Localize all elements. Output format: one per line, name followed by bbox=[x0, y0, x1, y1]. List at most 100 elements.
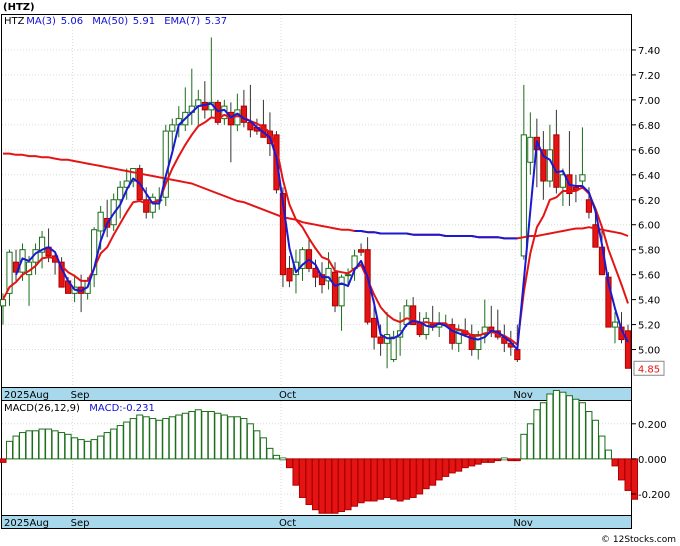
candle-down bbox=[286, 267, 293, 282]
macd-bar-negative bbox=[0, 458, 7, 463]
macd-date-band bbox=[1, 515, 632, 529]
price-ytick-label: 6.80 bbox=[638, 121, 660, 132]
macd-bar-positive bbox=[188, 411, 196, 460]
candle-down bbox=[143, 199, 150, 213]
price-ytick-label: 6.60 bbox=[638, 146, 660, 157]
price-ytick-label: 7.20 bbox=[638, 71, 660, 82]
macd-legend: MACD(26,12,9) MACD:-0.231 bbox=[4, 403, 155, 414]
macd-bar-positive bbox=[585, 411, 593, 460]
candle-up bbox=[403, 305, 410, 326]
macd-bar-negative bbox=[377, 458, 385, 500]
macd-panel: 0.200 0.000 -0.200 MACD(26,12,9) MACD:-0.23… bbox=[0, 389, 670, 516]
macd-bar-positive bbox=[565, 395, 573, 460]
macd-legend-label: MACD:-0.231 bbox=[89, 403, 155, 414]
macd-bar-positive bbox=[520, 433, 528, 460]
date-label: Oct bbox=[279, 518, 296, 529]
macd-bar-negative bbox=[370, 458, 378, 502]
candle-down bbox=[585, 199, 593, 213]
macd-bar-negative bbox=[416, 458, 424, 495]
macd-bar-negative bbox=[298, 458, 306, 498]
macd-bar-positive bbox=[25, 430, 33, 460]
candle-up bbox=[611, 321, 619, 328]
macd-bar-positive bbox=[194, 409, 202, 460]
macd-bar-positive bbox=[71, 437, 79, 460]
price-ytick-label: 5.20 bbox=[638, 321, 660, 332]
macd-bar-positive bbox=[64, 433, 72, 460]
macd-bar-negative bbox=[429, 458, 437, 486]
macd-date-axis: 2025Aug Sep Oct Nov bbox=[1, 515, 632, 529]
macd-bar-negative bbox=[448, 458, 456, 474]
macd-bar-positive bbox=[155, 419, 163, 460]
price-ytick-label: 5.80 bbox=[638, 246, 660, 257]
macd-bar-positive bbox=[123, 421, 131, 460]
price-ytick-label: 6.00 bbox=[638, 221, 660, 232]
macd-bar-negative bbox=[364, 458, 372, 502]
candle-down bbox=[370, 317, 378, 338]
legend-label: EMA(7) bbox=[164, 16, 200, 27]
macd-bar-negative bbox=[468, 458, 476, 467]
macd-bar bbox=[500, 457, 508, 461]
macd-bar-positive bbox=[214, 412, 222, 460]
macd-bar-negative bbox=[285, 458, 293, 469]
macd-legend-label: MACD(26,12,9) bbox=[4, 403, 80, 414]
macd-bar-positive bbox=[142, 416, 150, 460]
macd-bar-negative bbox=[331, 458, 339, 514]
macd-bar-positive bbox=[604, 449, 612, 460]
macd-bar-negative bbox=[513, 458, 521, 462]
chart-title: (HTZ) bbox=[3, 2, 35, 13]
macd-bar-negative bbox=[481, 458, 489, 463]
macd-bar-positive bbox=[77, 439, 85, 460]
macd-bar-positive bbox=[12, 435, 20, 460]
candle-up bbox=[475, 334, 482, 351]
macd-bar-positive bbox=[58, 432, 66, 460]
date-label: 2025Aug bbox=[4, 390, 49, 401]
macd-bar-negative bbox=[351, 458, 359, 507]
macd-bar-positive bbox=[168, 416, 176, 460]
macd-bar-negative bbox=[396, 458, 404, 502]
macd-bar-positive bbox=[578, 402, 586, 460]
candle-up bbox=[117, 186, 124, 201]
macd-bar-positive bbox=[266, 447, 274, 460]
date-label: Nov bbox=[513, 518, 533, 529]
last-price-label: 4.85 bbox=[638, 364, 660, 375]
macd-bar-negative bbox=[318, 458, 326, 514]
macd-bar-negative bbox=[617, 458, 625, 481]
candle-down bbox=[331, 271, 339, 307]
macd-bar-positive bbox=[19, 432, 27, 460]
macd-bar-negative bbox=[474, 458, 482, 465]
macd-bar-positive bbox=[51, 430, 59, 460]
price-plot-frame bbox=[1, 14, 632, 388]
candle-up bbox=[344, 274, 352, 277]
macd-bar-positive bbox=[175, 414, 183, 460]
date-label: 2025Aug bbox=[4, 518, 49, 529]
macd-bar-positive bbox=[207, 411, 215, 460]
date-label: Sep bbox=[71, 518, 90, 529]
candle-up bbox=[546, 149, 553, 182]
price-legend: HTZ MA(3) 5.06 MA(50) 5.91 EMA(7) 5.37 bbox=[4, 16, 227, 27]
stock-chart: 7.40 7.20 7.00 6.80 6.60 6.40 6.20 6.00 5.80 5.60… bbox=[0, 0, 680, 546]
candle-up bbox=[579, 174, 586, 182]
macd-bar-positive bbox=[201, 411, 209, 460]
macd-bar-negative bbox=[435, 458, 443, 481]
legend-value: 5.06 bbox=[61, 16, 83, 27]
macd-bar-positive bbox=[116, 425, 124, 460]
macd-bar-positive bbox=[110, 428, 118, 460]
macd-bar-negative bbox=[390, 458, 398, 500]
candle-down bbox=[357, 249, 365, 253]
macd-bar-negative bbox=[305, 458, 313, 505]
macd-ytick-label: -0.200 bbox=[638, 490, 670, 501]
macd-bar-negative bbox=[487, 458, 495, 463]
macd-bar-negative bbox=[624, 458, 632, 491]
macd-bar bbox=[279, 457, 287, 461]
macd-bar-positive bbox=[38, 428, 46, 460]
macd-bar-positive bbox=[32, 430, 40, 460]
legend-label: MA(3) bbox=[26, 16, 56, 27]
legend-label: MA(50) bbox=[92, 16, 128, 27]
macd-bar-negative bbox=[422, 458, 430, 490]
legend-value: 5.91 bbox=[133, 16, 155, 27]
macd-bar-positive bbox=[84, 440, 92, 460]
macd-bar-negative bbox=[403, 458, 411, 500]
price-ytick-label: 6.40 bbox=[638, 171, 660, 182]
macd-bar-positive bbox=[559, 391, 567, 460]
price-ytick-label: 6.20 bbox=[638, 196, 660, 207]
